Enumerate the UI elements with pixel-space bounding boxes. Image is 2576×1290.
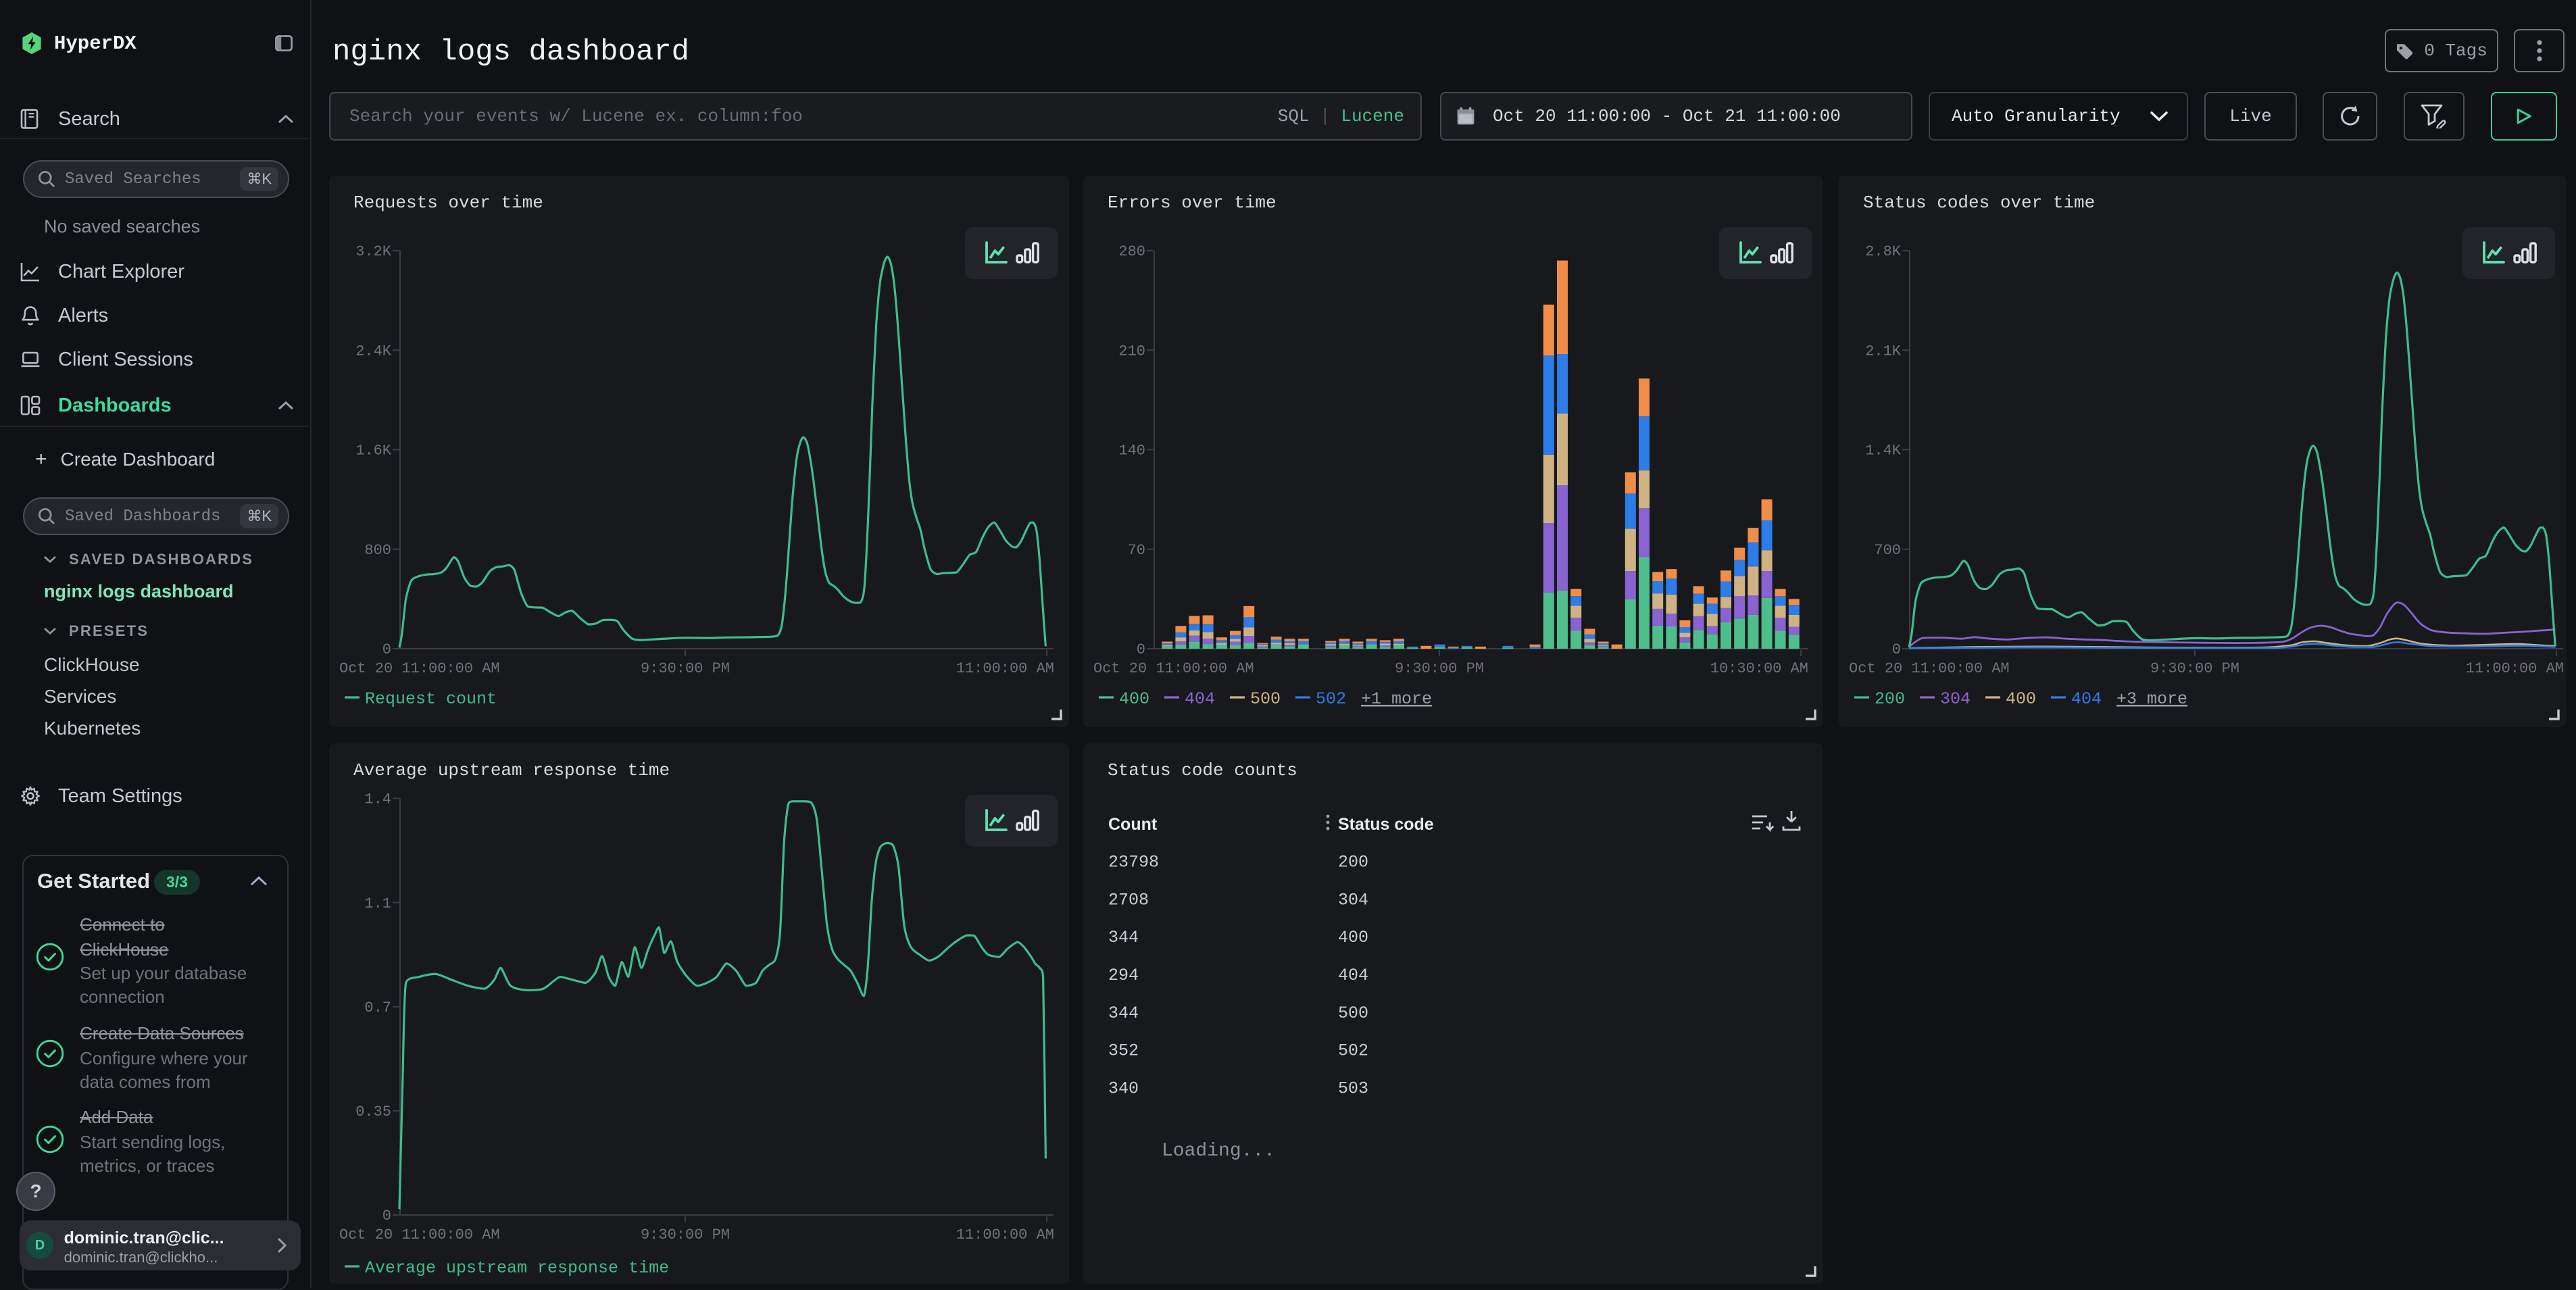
svg-text:280: 280 <box>1118 243 1145 260</box>
svg-text:1.4K: 1.4K <box>1865 443 1902 460</box>
svg-text:400: 400 <box>1338 928 1368 947</box>
svg-text:502: 502 <box>1316 689 1346 709</box>
svg-text:400: 400 <box>2006 689 2036 709</box>
svg-text:1.6K: 1.6K <box>355 443 392 460</box>
svg-text:2.8K: 2.8K <box>1865 243 1902 260</box>
svg-text:0: 0 <box>1137 641 1145 658</box>
svg-text:503: 503 <box>1338 1078 1368 1098</box>
svg-text:Oct 20 11:00:00 AM: Oct 20 11:00:00 AM <box>1849 660 2010 677</box>
svg-text:2708: 2708 <box>1108 890 1149 910</box>
svg-text:+1 more: +1 more <box>1361 689 1432 709</box>
svg-text:200: 200 <box>1875 689 1905 709</box>
svg-text:Oct 20 11:00:00 AM: Oct 20 11:00:00 AM <box>339 1226 500 1243</box>
svg-text:10:30:00 AM: 10:30:00 AM <box>1710 660 1808 677</box>
svg-text:23798: 23798 <box>1108 853 1159 872</box>
svg-text:1.4: 1.4 <box>364 791 391 808</box>
svg-text:400: 400 <box>1119 689 1149 709</box>
svg-text:Status code: Status code <box>1338 815 1434 834</box>
svg-text:210: 210 <box>1118 343 1145 359</box>
svg-text:0: 0 <box>382 1208 391 1224</box>
svg-text:9:30:00 PM: 9:30:00 PM <box>641 660 730 677</box>
svg-text:800: 800 <box>364 542 391 559</box>
svg-text:0: 0 <box>382 641 391 658</box>
svg-text:70: 70 <box>1128 542 1145 559</box>
svg-text:500: 500 <box>1250 689 1281 709</box>
svg-text:0: 0 <box>1892 641 1901 658</box>
svg-text:502: 502 <box>1338 1041 1368 1061</box>
svg-text:9:30:00 PM: 9:30:00 PM <box>1395 660 1484 677</box>
svg-text:9:30:00 PM: 9:30:00 PM <box>2150 660 2239 677</box>
svg-text:404: 404 <box>2071 689 2102 709</box>
svg-text:3.2K: 3.2K <box>355 243 392 260</box>
svg-text:Status code counts: Status code counts <box>1108 760 1297 780</box>
svg-text:2.1K: 2.1K <box>1865 343 1902 359</box>
svg-text:11:00:00 AM: 11:00:00 AM <box>2466 660 2564 677</box>
svg-text:Count: Count <box>1108 815 1158 834</box>
svg-text:Oct 20 11:00:00 AM: Oct 20 11:00:00 AM <box>1093 660 1254 677</box>
svg-text:Average upstream response time: Average upstream response time <box>353 760 670 780</box>
svg-text:11:00:00 AM: 11:00:00 AM <box>956 660 1054 677</box>
svg-text:304: 304 <box>1940 689 1971 709</box>
svg-text:11:00:00 AM: 11:00:00 AM <box>956 1226 1054 1243</box>
svg-text:352: 352 <box>1108 1041 1139 1061</box>
svg-text:0.7: 0.7 <box>364 999 391 1016</box>
svg-text:2.4K: 2.4K <box>355 343 392 359</box>
svg-text:700: 700 <box>1874 542 1901 559</box>
svg-text:Average upstream response time: Average upstream response time <box>365 1258 669 1278</box>
svg-text:294: 294 <box>1108 966 1139 985</box>
svg-text:404: 404 <box>1338 966 1368 985</box>
svg-text:Oct 20 11:00:00 AM: Oct 20 11:00:00 AM <box>339 660 500 677</box>
svg-text:Request count: Request count <box>365 689 497 709</box>
svg-text:9:30:00 PM: 9:30:00 PM <box>641 1226 730 1243</box>
svg-text:140: 140 <box>1118 443 1145 460</box>
svg-text:340: 340 <box>1108 1078 1139 1098</box>
svg-text:500: 500 <box>1338 1003 1368 1023</box>
svg-text:344: 344 <box>1108 928 1139 947</box>
svg-text:1.1: 1.1 <box>364 895 391 912</box>
svg-text:Status codes over time: Status codes over time <box>1863 193 2095 213</box>
svg-text:0.35: 0.35 <box>355 1103 391 1120</box>
svg-text:304: 304 <box>1338 890 1368 910</box>
svg-text:200: 200 <box>1338 853 1368 872</box>
svg-text:Loading...: Loading... <box>1162 1141 1275 1162</box>
svg-text:344: 344 <box>1108 1003 1139 1023</box>
svg-text:Requests over time: Requests over time <box>353 193 543 213</box>
svg-text:404: 404 <box>1185 689 1215 709</box>
svg-text:+3 more: +3 more <box>2116 689 2187 709</box>
svg-text:Errors over time: Errors over time <box>1108 193 1277 213</box>
